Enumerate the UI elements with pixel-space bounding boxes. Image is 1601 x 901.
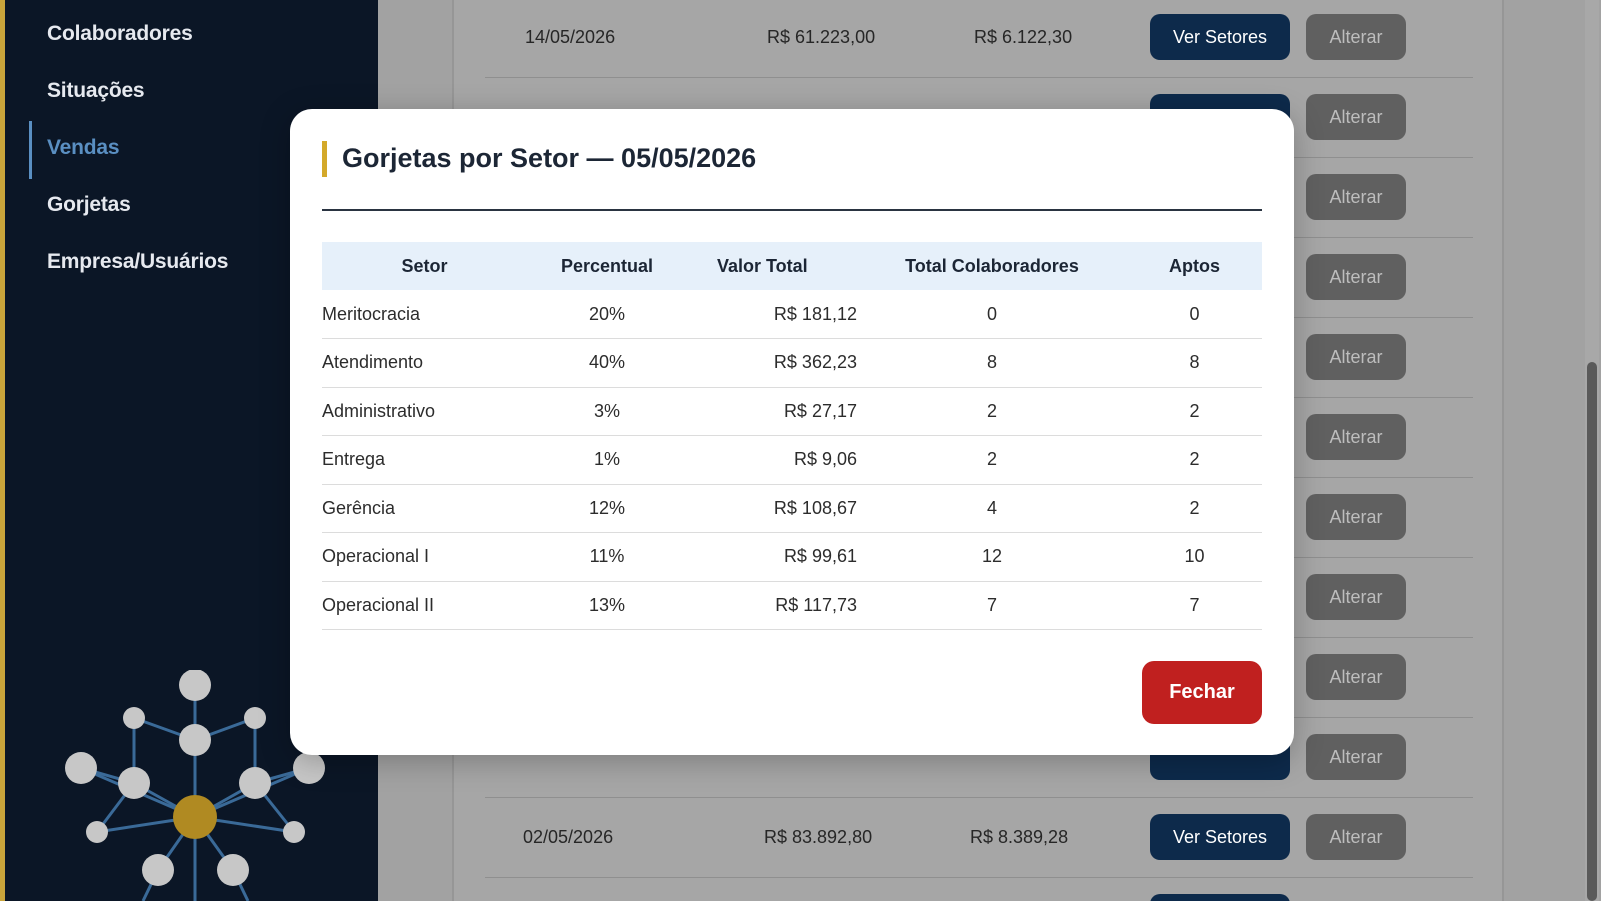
sidebar-item-gorjetas[interactable]: Gorjetas bbox=[47, 193, 131, 217]
cell-total-colaboradores: 7 bbox=[857, 581, 1127, 630]
cell-percentual: 1% bbox=[527, 435, 687, 485]
ver-setores-button[interactable]: Ver Setores bbox=[1150, 814, 1290, 860]
row-divider bbox=[485, 797, 1473, 798]
sidebar-item-empresa-usuarios[interactable]: Empresa/Usuários bbox=[47, 250, 228, 274]
table-row: Operacional II 13% R$ 117,73 7 7 bbox=[322, 581, 1262, 630]
cell-percentual: 20% bbox=[527, 290, 687, 339]
cell-aptos: 0 bbox=[1127, 290, 1262, 339]
alterar-button[interactable]: Alterar bbox=[1306, 574, 1406, 620]
ver-setores-button[interactable] bbox=[1150, 894, 1290, 901]
cell-total-colaboradores: 8 bbox=[857, 338, 1127, 388]
table-row: Operacional I 11% R$ 99,61 12 10 bbox=[322, 532, 1262, 582]
sale-tip: R$ 6.122,30 bbox=[974, 27, 1073, 47]
alterar-button[interactable]: Alterar bbox=[1306, 814, 1406, 860]
cell-percentual: 3% bbox=[527, 387, 687, 436]
close-button[interactable]: Fechar bbox=[1142, 661, 1262, 724]
cell-percentual: 12% bbox=[527, 484, 687, 533]
table-row: Entrega 1% R$ 9,06 2 2 bbox=[322, 435, 1262, 485]
cell-valor: R$ 9,06 bbox=[687, 435, 857, 485]
cell-setor: Operacional II bbox=[322, 581, 527, 630]
table-row: Meritocracia 20% R$ 181,12 0 0 bbox=[322, 290, 1262, 339]
alterar-button[interactable]: Alterar bbox=[1306, 174, 1406, 220]
sale-total: R$ 83.892,80 bbox=[764, 827, 873, 847]
table-row: Administrativo 3% R$ 27,17 2 2 bbox=[322, 387, 1262, 436]
cell-total-colaboradores: 0 bbox=[857, 290, 1127, 339]
alterar-button[interactable]: Alterar bbox=[1306, 414, 1406, 460]
column-header-total-colaboradores: Total Colaboradores bbox=[905, 255, 1079, 276]
table-header-row: Setor Percentual Valor Total Total Colab… bbox=[322, 242, 1262, 290]
cell-aptos: 8 bbox=[1127, 338, 1262, 388]
cell-percentual: 40% bbox=[527, 338, 687, 388]
cell-valor: R$ 362,23 bbox=[687, 338, 857, 388]
cell-aptos: 2 bbox=[1127, 484, 1262, 533]
cell-valor: R$ 27,17 bbox=[687, 387, 857, 436]
cell-valor: R$ 117,73 bbox=[687, 581, 857, 630]
column-header-percentual: Percentual bbox=[560, 255, 654, 276]
cell-percentual: 13% bbox=[527, 581, 687, 630]
cell-setor: Entrega bbox=[322, 435, 527, 485]
sale-total: R$ 61.223,00 bbox=[767, 27, 876, 47]
cell-setor: Operacional I bbox=[322, 532, 527, 582]
alterar-button[interactable]: Alterar bbox=[1306, 494, 1406, 540]
row-divider bbox=[485, 77, 1473, 78]
sector-tips-modal: Gorjetas por Setor — 05/05/2026 Setor Pe… bbox=[290, 109, 1294, 755]
cell-aptos: 10 bbox=[1127, 532, 1262, 582]
cell-valor: R$ 99,61 bbox=[687, 532, 857, 582]
cell-total-colaboradores: 2 bbox=[857, 387, 1127, 436]
column-header-setor: Setor bbox=[401, 255, 448, 276]
alterar-button[interactable]: Alterar bbox=[1306, 254, 1406, 300]
active-indicator bbox=[29, 121, 32, 179]
column-header-valor-total: Valor Total bbox=[717, 255, 808, 276]
cell-setor: Administrativo bbox=[322, 387, 527, 436]
sale-date: 14/05/2026 bbox=[525, 27, 616, 47]
column-header-aptos: Aptos bbox=[1169, 255, 1220, 276]
alterar-button[interactable]: Alterar bbox=[1306, 14, 1406, 60]
sidebar-item-colaboradores[interactable]: Colaboradores bbox=[47, 22, 193, 46]
cell-aptos: 2 bbox=[1127, 387, 1262, 436]
sidebar-item-situacoes[interactable]: Situações bbox=[47, 79, 145, 103]
cell-setor: Gerência bbox=[322, 484, 527, 533]
sale-date: 02/05/2026 bbox=[523, 827, 614, 847]
modal-divider bbox=[322, 209, 1262, 211]
alterar-button[interactable]: Alterar bbox=[1306, 654, 1406, 700]
table-row: Gerência 12% R$ 108,67 4 2 bbox=[322, 484, 1262, 533]
alterar-button[interactable]: Alterar bbox=[1306, 94, 1406, 140]
sector-table: Setor Percentual Valor Total Total Colab… bbox=[322, 242, 1262, 630]
sidebar-item-vendas[interactable]: Vendas bbox=[47, 136, 120, 160]
row-divider bbox=[485, 877, 1473, 878]
cell-total-colaboradores: 4 bbox=[857, 484, 1127, 533]
cell-valor: R$ 108,67 bbox=[687, 484, 857, 533]
cell-aptos: 7 bbox=[1127, 581, 1262, 630]
cell-percentual: 11% bbox=[527, 532, 687, 582]
sale-tip: R$ 8.389,28 bbox=[970, 827, 1069, 847]
cell-setor: Meritocracia bbox=[322, 290, 527, 339]
scrollbar-thumb[interactable] bbox=[1587, 362, 1597, 901]
alterar-button[interactable]: Alterar bbox=[1306, 734, 1406, 780]
cell-total-colaboradores: 12 bbox=[857, 532, 1127, 582]
title-accent-bar bbox=[322, 141, 327, 177]
table-row: Atendimento 40% R$ 362,23 8 8 bbox=[322, 338, 1262, 388]
ver-setores-button[interactable]: Ver Setores bbox=[1150, 14, 1290, 60]
cell-setor: Atendimento bbox=[322, 338, 527, 388]
cell-valor: R$ 181,12 bbox=[687, 290, 857, 339]
cell-aptos: 2 bbox=[1127, 435, 1262, 485]
alterar-button[interactable]: Alterar bbox=[1306, 334, 1406, 380]
cell-total-colaboradores: 2 bbox=[857, 435, 1127, 485]
modal-title: Gorjetas por Setor — 05/05/2026 bbox=[342, 143, 757, 173]
